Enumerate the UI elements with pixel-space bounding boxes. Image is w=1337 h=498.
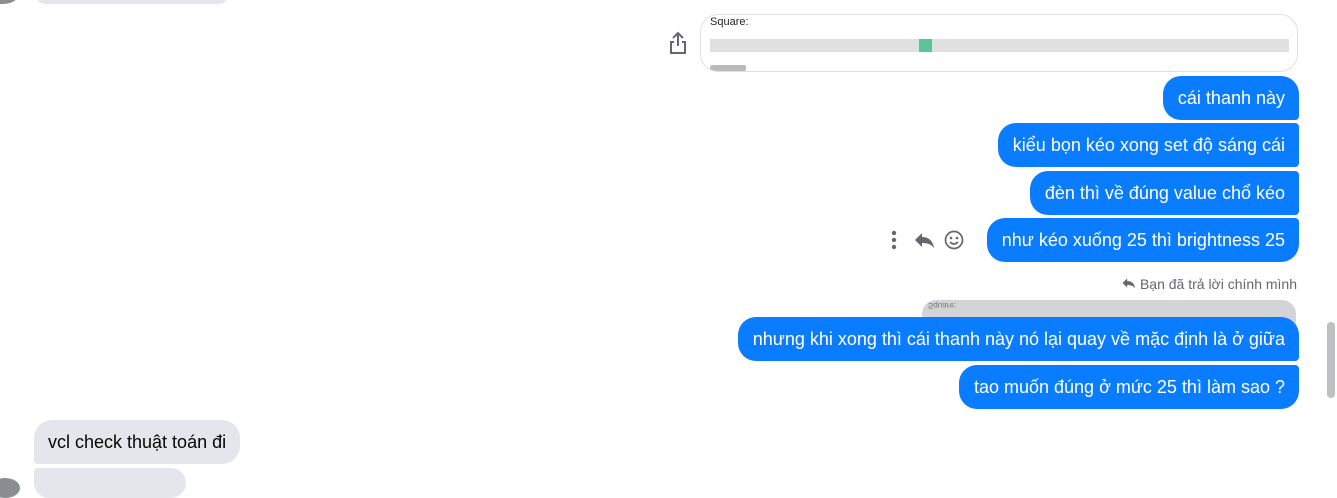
- preview-cutoff-text: [710, 65, 746, 71]
- smiley-icon[interactable]: [943, 229, 965, 251]
- preview-label: Square:: [710, 16, 749, 28]
- message-out[interactable]: nhưng khi xong thì cái thanh này nó lại …: [737, 317, 1299, 361]
- quoted-reply-label: Square:: [928, 301, 957, 310]
- preview-slider-track: [710, 39, 1289, 52]
- message-out[interactable]: như kéo xuống 25 thì brightness 25: [986, 218, 1299, 262]
- message-out[interactable]: tao muốn đúng ở mức 25 thì làm sao ?: [958, 365, 1299, 409]
- avatar[interactable]: [0, 478, 20, 498]
- avatar[interactable]: [0, 0, 20, 4]
- scrollbar-thumb[interactable]: [1327, 322, 1335, 398]
- preview-slider-thumb: [919, 39, 933, 52]
- message-in[interactable]: vcl check thuật toán đi: [34, 420, 241, 464]
- reply-notice-text: Bạn đã trả lời chính mình: [1139, 276, 1297, 292]
- incoming-bubble-cutoff: [34, 0, 230, 4]
- message-out[interactable]: kiểu bọn kéo xong set độ sáng cái: [997, 123, 1299, 167]
- message-out[interactable]: cái thanh này: [1162, 76, 1299, 120]
- share-icon[interactable]: [666, 30, 690, 56]
- more-options-icon[interactable]: [887, 230, 901, 250]
- preview-card[interactable]: Square:: [700, 14, 1298, 72]
- reply-icon[interactable]: [912, 229, 936, 251]
- scrollbar-track[interactable]: [1325, 0, 1337, 486]
- reply-notice: Bạn đã trả lời chính mình: [1121, 276, 1297, 292]
- incoming-bubble-cutoff: [34, 468, 186, 498]
- reply-small-icon: [1121, 276, 1136, 292]
- message-out[interactable]: đèn thì về đúng value chổ kéo: [1029, 171, 1299, 215]
